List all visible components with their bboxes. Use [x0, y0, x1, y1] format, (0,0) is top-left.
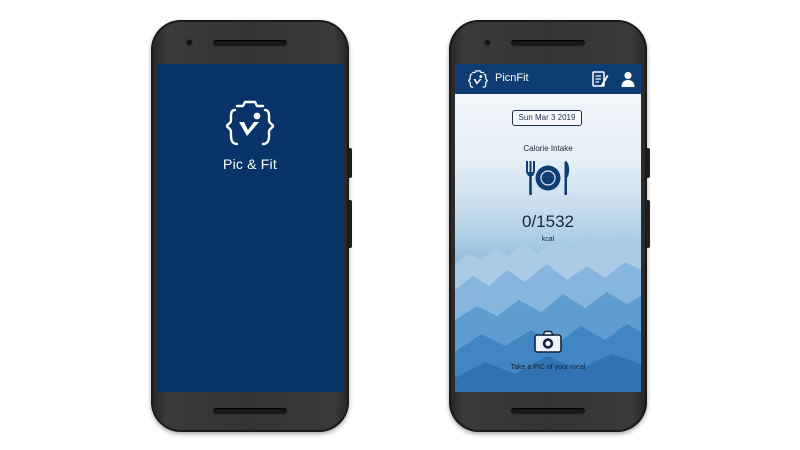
date-selector[interactable]: Sun Mar 3 2019	[512, 110, 582, 126]
phone-splash: Pic & Fit	[151, 20, 352, 432]
app-body: Sun Mar 3 2019 Calorie Intake 0/1532 kca…	[455, 94, 641, 392]
front-camera	[187, 40, 192, 45]
camera-hint: Take a PIC of your meal	[510, 364, 586, 371]
power-key	[349, 200, 352, 248]
earpiece-speaker	[213, 40, 287, 46]
splash-app-name: Pic & Fit	[223, 156, 277, 172]
calorie-counter: 0/1532	[522, 212, 574, 231]
volume-key	[647, 148, 650, 178]
app-title: PicnFit	[495, 72, 529, 84]
bottom-speaker	[213, 408, 287, 414]
edit-log-icon[interactable]	[591, 70, 609, 88]
bottom-speaker	[511, 408, 585, 414]
stage: Pic & Fit PicnFit Sun Mar 3 2019 Calorie…	[0, 0, 800, 450]
app-bar: PicnFit	[455, 64, 641, 94]
pic-fit-logo-icon	[225, 100, 275, 146]
calorie-unit: kcal	[541, 236, 555, 243]
front-camera	[485, 40, 490, 45]
pic-fit-logo-icon	[468, 70, 488, 88]
splash-screen: Pic & Fit	[157, 64, 343, 392]
cutlery-icon	[526, 161, 570, 195]
camera-icon	[534, 330, 562, 353]
take-pic-button[interactable]	[534, 330, 562, 354]
phone-home: PicnFit Sun Mar 3 2019 Calorie Intake 0/…	[449, 20, 650, 432]
home-screen: PicnFit Sun Mar 3 2019 Calorie Intake 0/…	[455, 64, 641, 392]
volume-key	[349, 148, 352, 178]
calorie-intake-label: Calorie Intake	[523, 144, 573, 153]
user-icon[interactable]	[621, 71, 635, 87]
power-key	[647, 200, 650, 248]
earpiece-speaker	[511, 40, 585, 46]
